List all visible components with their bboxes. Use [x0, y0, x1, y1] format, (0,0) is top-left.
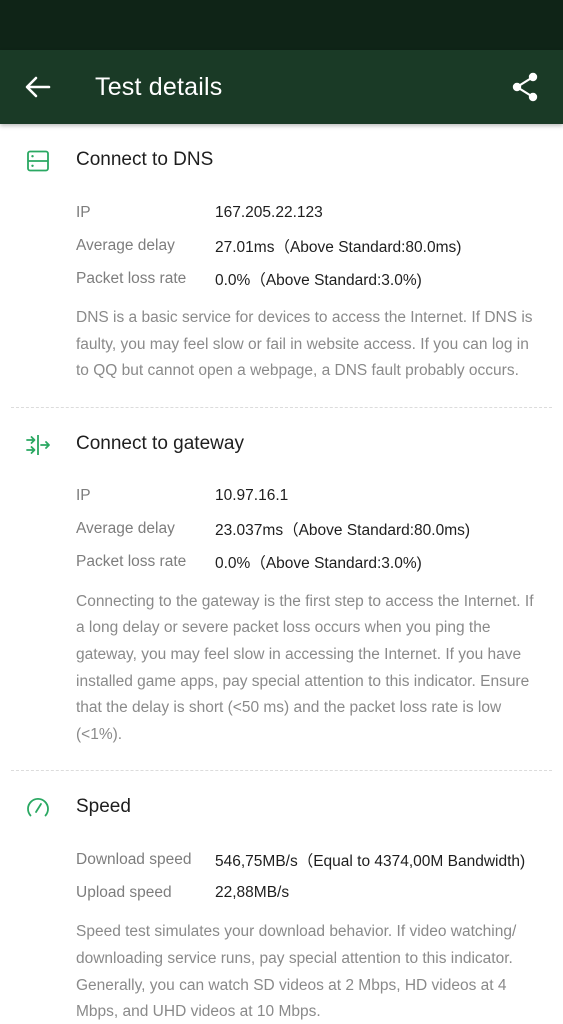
row-value: 0.0%（Above Standard:3.0%)	[215, 555, 422, 573]
info-row-upload-speed: Upload speed 22,88MB/s	[11, 876, 552, 909]
row-value: 23.037ms（Above Standard:80.0ms)	[215, 522, 471, 540]
content: Connect to DNS IP 167.205.22.123 Average…	[0, 124, 563, 1024]
section-title: Connect to DNS	[76, 149, 214, 170]
row-value: 0.0%（Above Standard:3.0%)	[215, 271, 422, 289]
section-description: DNS is a basic service for devices to ac…	[76, 309, 533, 380]
row-label: Upload speed	[76, 883, 172, 901]
back-button[interactable]	[18, 67, 58, 107]
section-description: Speed test simulates your download behav…	[76, 923, 517, 1021]
section-title: Connect to gateway	[76, 432, 244, 454]
share-button[interactable]	[505, 67, 545, 107]
row-value: 546,75MB/s（Equal to 4374,00M Bandwidth)	[215, 852, 526, 870]
row-value: 167.205.22.123	[215, 203, 323, 221]
page-title: Test details	[95, 73, 223, 101]
section-header: Connect to DNS	[11, 124, 552, 196]
section-header: Connect to gateway	[11, 408, 552, 480]
row-value: 10.97.16.1	[215, 487, 289, 505]
gateway-section: Connect to gateway IP 10.97.16.1 Average…	[11, 408, 552, 772]
row-value: 22,88MB/s	[215, 883, 290, 901]
row-label: Average delay	[76, 520, 175, 538]
row-label: IP	[76, 487, 91, 505]
info-row-average-delay: Average delay 27.01ms（Above Standard:80.…	[11, 229, 552, 262]
dns-section: Connect to DNS IP 167.205.22.123 Average…	[11, 124, 552, 408]
share-icon	[512, 72, 538, 102]
row-value: 27.01ms（Above Standard:80.0ms)	[215, 238, 462, 256]
info-row-packet-loss: Packet loss rate 0.0%（Above Standard:3.0…	[11, 262, 552, 295]
section-description: Connecting to the gateway is the first s…	[76, 592, 534, 743]
info-row-packet-loss: Packet loss rate 0.0%（Above Standard:3.0…	[11, 546, 552, 579]
status-bar	[0, 0, 563, 50]
arrow-left-icon	[25, 76, 51, 98]
speed-section: Speed Download speed 546,75MB/s（Equal to…	[11, 771, 552, 1024]
info-row-ip: IP 10.97.16.1	[11, 480, 552, 513]
row-label: Download speed	[76, 850, 192, 868]
info-row-download-speed: Download speed 546,75MB/s（Equal to 4374,…	[11, 843, 552, 876]
server-icon	[27, 150, 49, 172]
row-label: Packet loss rate	[76, 269, 187, 287]
row-label: Packet loss rate	[76, 553, 187, 571]
section-title: Speed	[76, 796, 131, 818]
speedometer-icon	[27, 798, 49, 817]
section-header: Speed	[11, 771, 552, 843]
gateway-icon	[26, 434, 50, 455]
info-row-average-delay: Average delay 23.037ms（Above Standard:80…	[11, 513, 552, 546]
row-label: Average delay	[76, 236, 175, 254]
app-bar: Test details	[0, 50, 563, 124]
row-label: IP	[76, 203, 91, 221]
info-row-ip: IP 167.205.22.123	[11, 196, 552, 229]
